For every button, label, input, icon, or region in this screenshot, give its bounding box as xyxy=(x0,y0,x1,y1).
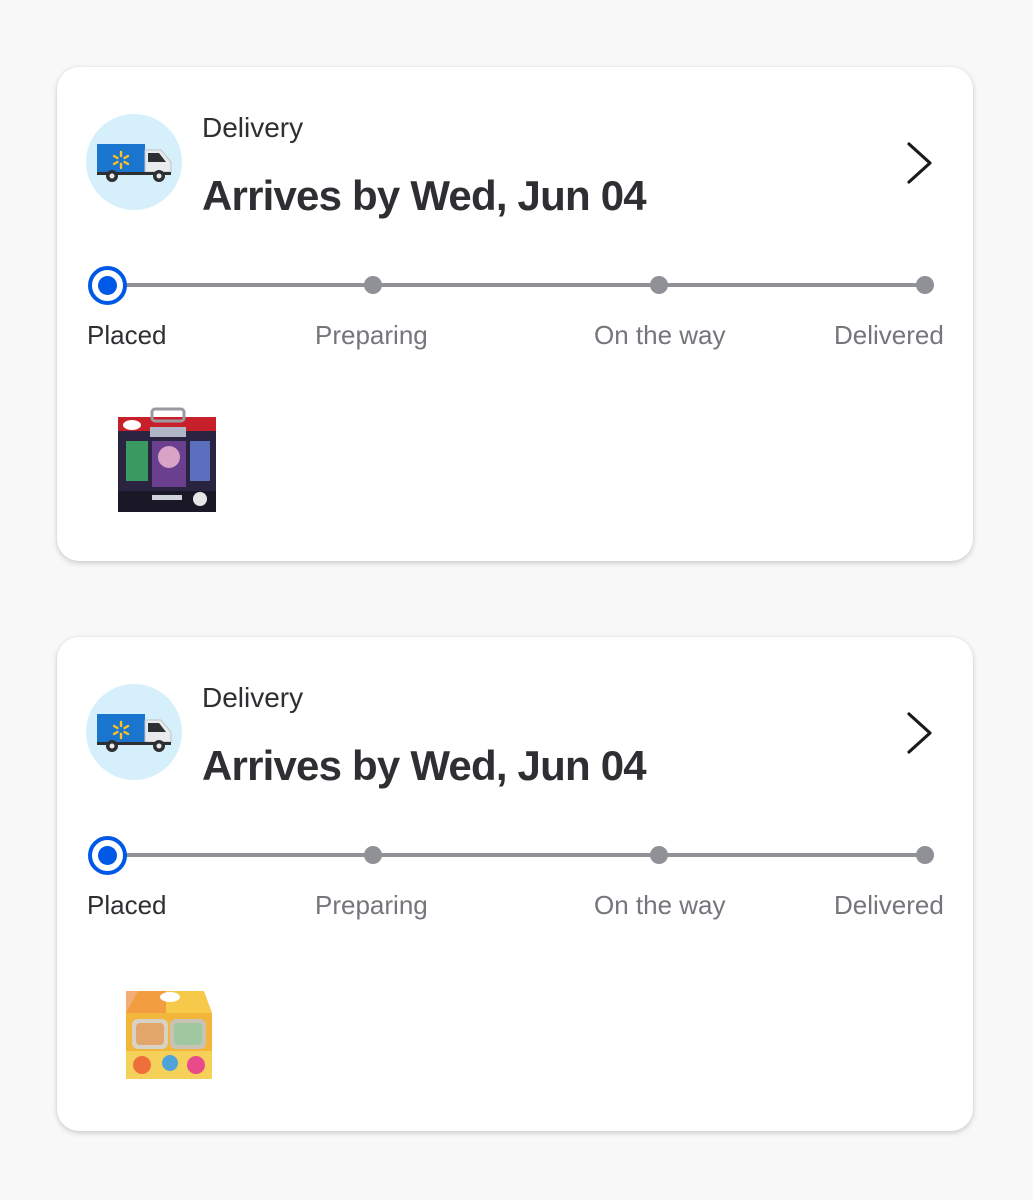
step-label-preparing: Preparing xyxy=(315,890,428,920)
progress-track-line xyxy=(108,853,924,857)
step-label-delivered: Delivered xyxy=(834,890,944,920)
step-label-preparing: Preparing xyxy=(315,320,428,350)
step-label-on-the-way: On the way xyxy=(594,320,726,350)
step-label-placed: Placed xyxy=(87,890,167,920)
step-label-on-the-way: On the way xyxy=(594,890,726,920)
step-marker-on-the-way xyxy=(650,846,668,864)
step-marker-preparing xyxy=(364,846,382,864)
step-marker-delivered xyxy=(916,846,934,864)
order-card[interactable]: Delivery Arrives by Wed, Jun 04 Placed P… xyxy=(57,67,973,561)
product-image-mini-tin-display[interactable] xyxy=(112,977,222,1087)
step-label-placed: Placed xyxy=(87,320,167,350)
order-progress-tracker: Placed Preparing On the way Delivered xyxy=(57,637,973,937)
step-marker-preparing xyxy=(364,276,382,294)
progress-track-line xyxy=(108,283,924,287)
order-card[interactable]: Delivery Arrives by Wed, Jun 04 Placed P… xyxy=(57,637,973,1131)
step-label-delivered: Delivered xyxy=(834,320,944,350)
order-progress-tracker: Placed Preparing On the way Delivered xyxy=(57,67,973,367)
step-marker-placed-current xyxy=(88,836,127,875)
step-marker-on-the-way xyxy=(650,276,668,294)
product-image-battle-deck[interactable] xyxy=(112,407,222,517)
step-marker-delivered xyxy=(916,276,934,294)
step-marker-placed-current xyxy=(88,266,127,305)
